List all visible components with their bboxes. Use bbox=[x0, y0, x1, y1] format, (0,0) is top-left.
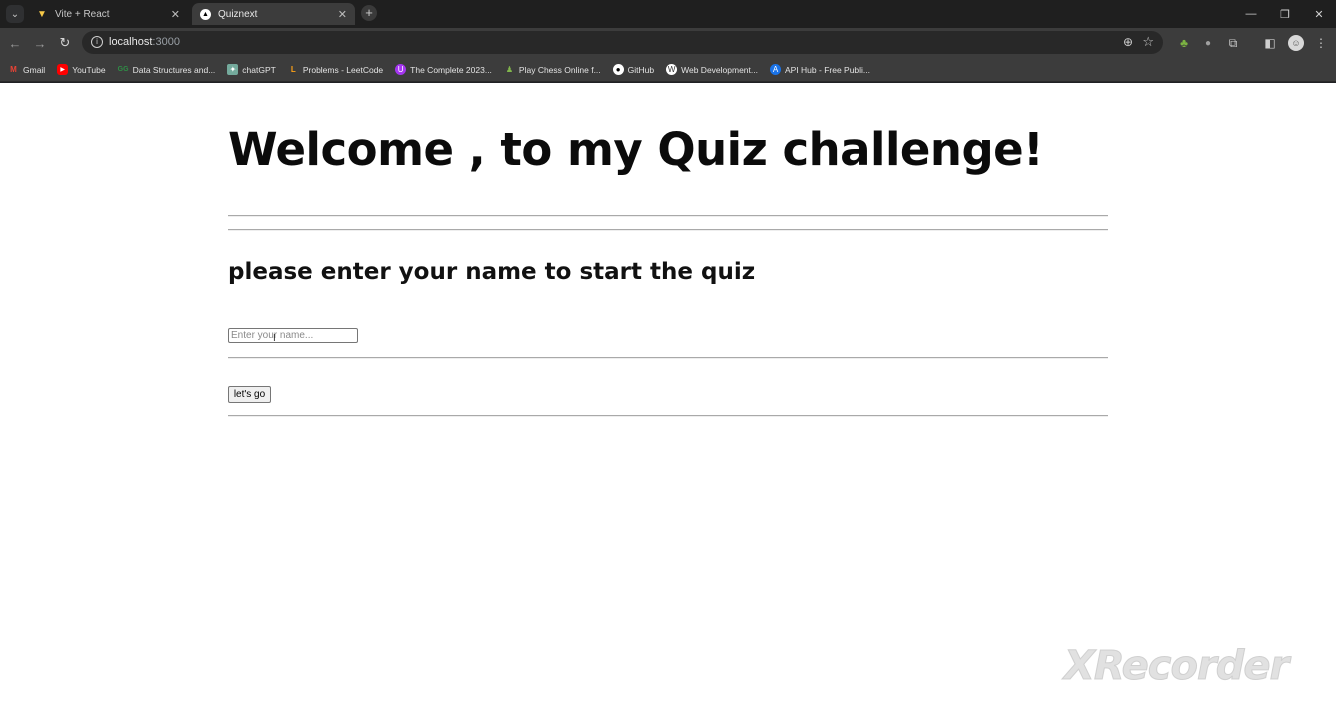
window-controls: — ❐ ✕ bbox=[1234, 0, 1336, 28]
reload-icon[interactable]: ↻ bbox=[56, 34, 74, 52]
extension-tree-icon[interactable]: ♣ bbox=[1175, 34, 1193, 52]
youtube-icon: ▶ bbox=[57, 64, 69, 75]
url-port: :3000 bbox=[152, 36, 180, 48]
tab-search-button[interactable]: ⌄ bbox=[6, 5, 24, 23]
extensions-puzzle-icon[interactable]: ⧉ bbox=[1224, 34, 1242, 52]
bookmark-label: API Hub - Free Publi... bbox=[784, 64, 871, 75]
bookmark-data-structures[interactable]: GG Data Structures and... bbox=[118, 64, 216, 75]
bookmark-label: Problems - LeetCode bbox=[302, 64, 384, 75]
bookmarks-bar: M Gmail ▶ YouTube GG Data Structures and...… bbox=[0, 58, 1336, 82]
page-title: Welcome , to my Quiz challenge! bbox=[228, 123, 1044, 176]
zoom-icon[interactable]: ⊕ bbox=[1123, 35, 1133, 49]
browser-toolbar: ← → ↻ i localhost:3000 ⊕ ☆ ♣ ● ⧉ ◧ ☺ ⋮ bbox=[0, 28, 1336, 58]
api-hub-icon: A bbox=[769, 64, 781, 75]
close-icon[interactable]: ✕ bbox=[171, 8, 180, 21]
bookmark-label: Web Development... bbox=[681, 64, 758, 75]
bookmark-complete-2023[interactable]: U The Complete 2023... bbox=[395, 64, 492, 75]
minimize-icon[interactable]: — bbox=[1234, 0, 1268, 28]
new-tab-button[interactable]: + bbox=[361, 5, 377, 21]
web-dev-icon: W bbox=[666, 64, 678, 75]
vite-logo-icon: ▼ bbox=[37, 8, 47, 20]
divider bbox=[228, 415, 1108, 417]
forward-arrow-icon[interactable]: → bbox=[31, 34, 49, 52]
bookmark-web-development[interactable]: W Web Development... bbox=[666, 64, 758, 75]
extension-drop-icon[interactable]: ● bbox=[1199, 34, 1217, 52]
restore-icon[interactable]: ❐ bbox=[1268, 0, 1302, 28]
github-icon: ● bbox=[612, 64, 624, 75]
tab-vite-react[interactable]: ▼ Vite + React ✕ bbox=[28, 3, 188, 25]
page-viewport: Welcome , to my Quiz challenge! please e… bbox=[0, 83, 1336, 720]
bookmark-api-hub[interactable]: A API Hub - Free Publi... bbox=[769, 64, 871, 75]
bookmark-label: YouTube bbox=[72, 64, 106, 75]
close-window-icon[interactable]: ✕ bbox=[1302, 0, 1336, 28]
text-cursor-icon: I bbox=[273, 333, 276, 344]
tab-quiznext[interactable]: ▲ Quiznext ✕ bbox=[192, 3, 355, 25]
divider bbox=[228, 357, 1108, 359]
start-quiz-button[interactable]: let's go bbox=[228, 386, 271, 403]
bookmark-gmail[interactable]: M Gmail bbox=[8, 64, 45, 75]
tab-label: Vite + React bbox=[55, 8, 110, 20]
bookmark-label: Gmail bbox=[23, 64, 46, 75]
divider bbox=[228, 229, 1108, 231]
name-input[interactable] bbox=[228, 328, 358, 343]
nextjs-logo-icon: ▲ bbox=[200, 8, 211, 20]
chatgpt-icon: ✦ bbox=[227, 64, 239, 75]
side-panel-icon[interactable]: ◧ bbox=[1261, 34, 1279, 52]
bookmark-label: Data Structures and... bbox=[132, 64, 216, 75]
gmail-icon: M bbox=[10, 65, 17, 74]
bookmark-label: Play Chess Online f... bbox=[518, 64, 601, 75]
bookmark-chatgpt[interactable]: ✦ chatGPT bbox=[227, 64, 276, 75]
divider bbox=[228, 215, 1108, 217]
leetcode-icon: L bbox=[290, 65, 296, 74]
url-text: localhost:3000 bbox=[109, 36, 180, 48]
tab-strip: ⌄ ▼ Vite + React ✕ ▲ Quiznext ✕ + — ❐ ✕ bbox=[0, 0, 1336, 28]
bookmark-chess[interactable]: ♟ Play Chess Online f... bbox=[504, 64, 601, 75]
bookmark-label: GitHub bbox=[627, 64, 655, 75]
close-icon[interactable]: ✕ bbox=[338, 8, 347, 21]
site-info-icon[interactable]: i bbox=[91, 36, 103, 48]
gfg-icon: GG bbox=[117, 66, 129, 73]
bookmark-youtube[interactable]: ▶ YouTube bbox=[57, 64, 106, 75]
menu-kebab-icon[interactable]: ⋮ bbox=[1312, 34, 1330, 52]
udemy-icon: U bbox=[395, 64, 407, 75]
bookmark-star-icon[interactable]: ☆ bbox=[1142, 34, 1154, 50]
chevron-down-icon: ⌄ bbox=[10, 8, 20, 20]
address-bar[interactable]: i localhost:3000 ⊕ ☆ bbox=[82, 31, 1163, 54]
url-host: localhost bbox=[109, 36, 153, 48]
bookmark-label: The Complete 2023... bbox=[410, 64, 492, 75]
bookmark-leetcode[interactable]: L Problems - LeetCode bbox=[288, 64, 383, 75]
chess-icon: ♟ bbox=[505, 65, 513, 74]
bookmark-label: chatGPT bbox=[242, 64, 276, 75]
profile-avatar[interactable]: ☺ bbox=[1288, 35, 1304, 51]
back-arrow-icon[interactable]: ← bbox=[6, 34, 24, 52]
page-subtitle: please enter your name to start the quiz bbox=[228, 259, 756, 285]
recorder-watermark: XRecorder bbox=[1063, 643, 1289, 690]
tab-label: Quiznext bbox=[218, 8, 258, 20]
bookmark-github[interactable]: ● GitHub bbox=[612, 64, 655, 75]
